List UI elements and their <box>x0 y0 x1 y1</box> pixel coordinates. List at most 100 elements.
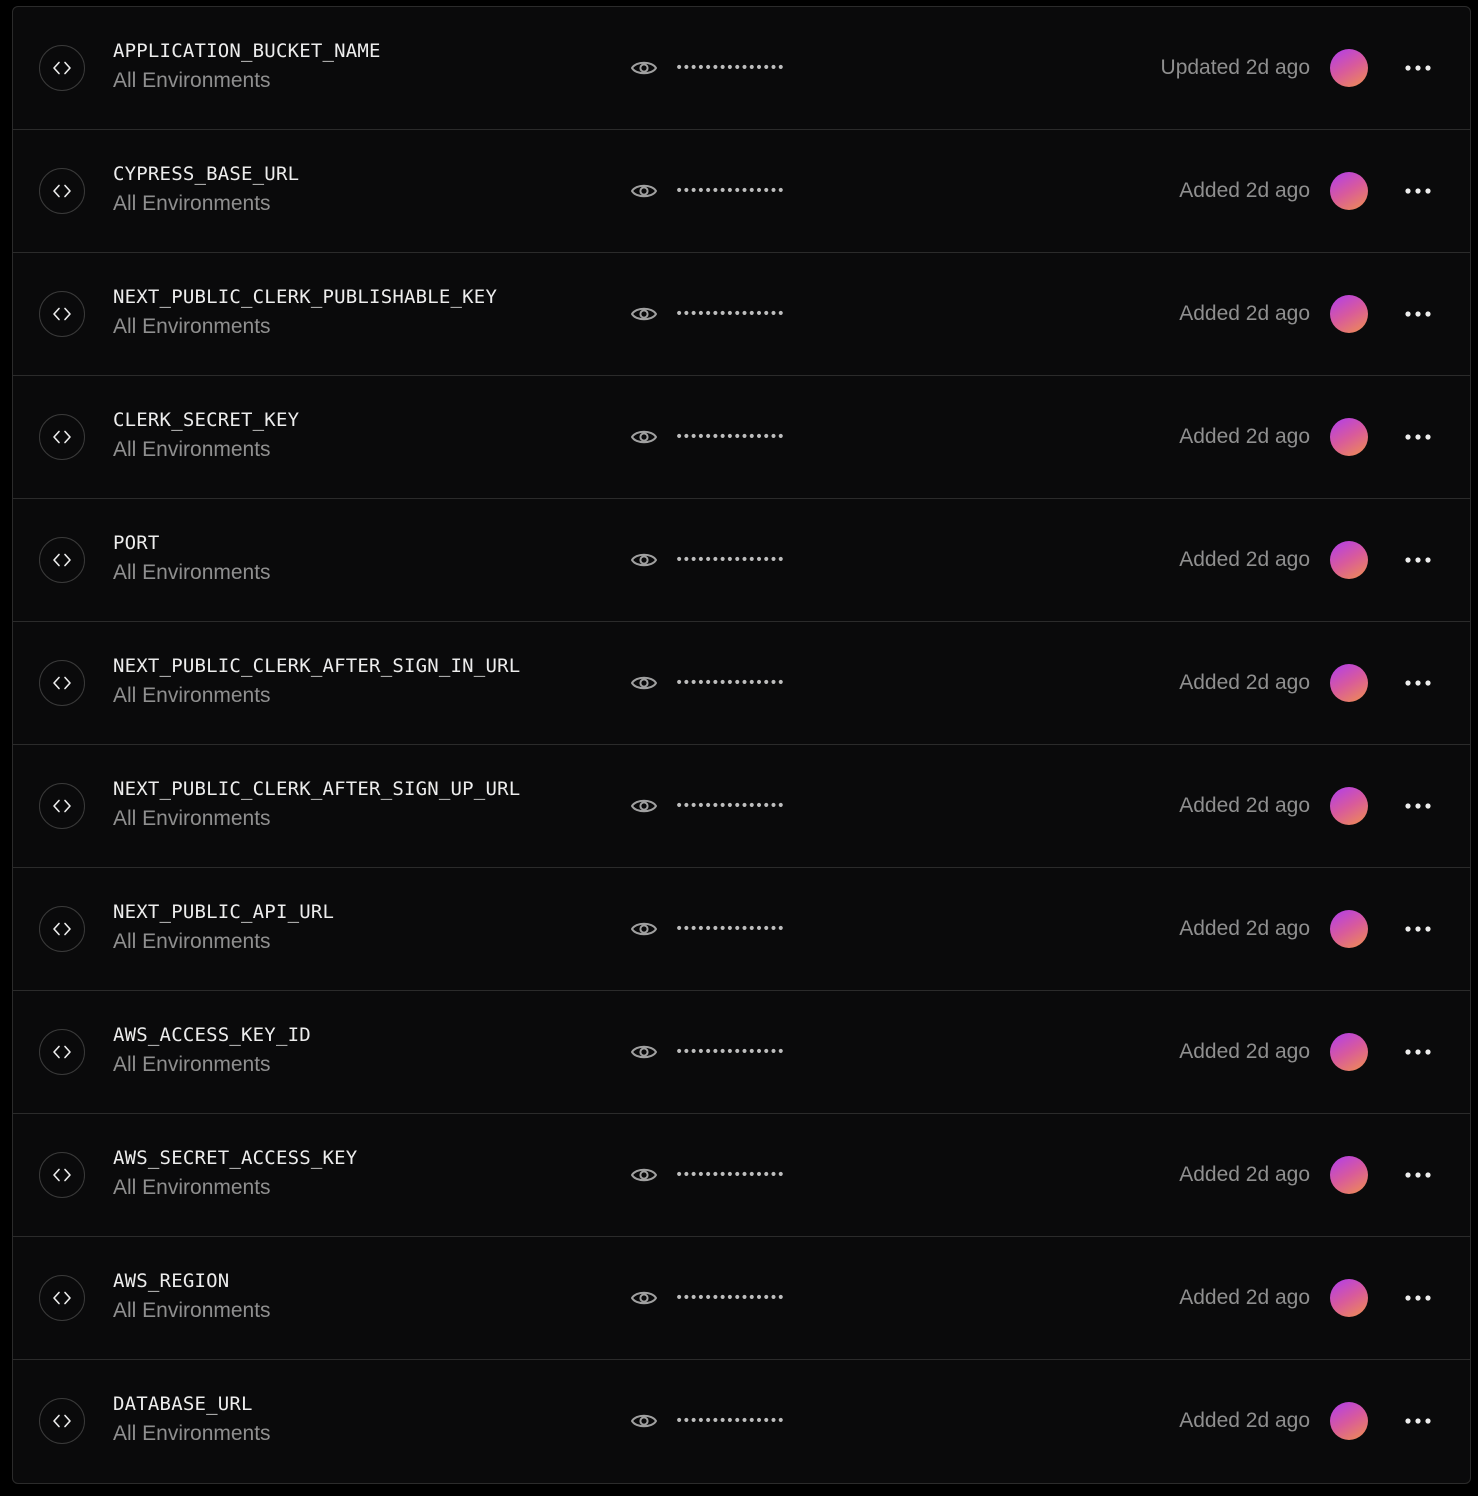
code-brackets-icon <box>39 291 85 337</box>
variable-environment: All Environments <box>113 315 271 338</box>
variable-name: NEXT_PUBLIC_CLERK_PUBLISHABLE_KEY <box>113 286 498 308</box>
user-avatar[interactable] <box>1330 295 1368 333</box>
code-brackets-icon <box>39 1275 85 1321</box>
variable-environment: All Environments <box>113 684 271 707</box>
variable-status: Added 2d ago <box>1179 548 1310 571</box>
user-avatar[interactable] <box>1330 172 1368 210</box>
env-variable-row: NEXT_PUBLIC_API_URL All Environments •••… <box>13 868 1470 991</box>
env-variable-row: NEXT_PUBLIC_CLERK_PUBLISHABLE_KEY All En… <box>13 253 1470 376</box>
env-variable-row: AWS_ACCESS_KEY_ID All Environments •••••… <box>13 991 1470 1114</box>
variable-name: AWS_REGION <box>113 1270 230 1292</box>
eye-icon <box>631 184 657 198</box>
code-brackets-icon <box>39 1398 85 1444</box>
user-avatar[interactable] <box>1330 664 1368 702</box>
env-variables-list: APPLICATION_BUCKET_NAME All Environments… <box>12 6 1471 1484</box>
code-brackets-icon <box>39 906 85 952</box>
eye-icon <box>631 1291 657 1305</box>
reveal-value-button[interactable] <box>629 670 659 696</box>
user-avatar[interactable] <box>1330 787 1368 825</box>
variable-status: Added 2d ago <box>1179 917 1310 940</box>
more-options-button[interactable] <box>1401 1283 1435 1313</box>
eye-icon <box>631 922 657 936</box>
code-brackets-icon <box>39 1029 85 1075</box>
more-options-button[interactable] <box>1401 299 1435 329</box>
variable-status: Added 2d ago <box>1179 1409 1310 1432</box>
more-options-button[interactable] <box>1401 914 1435 944</box>
variable-name: PORT <box>113 532 160 554</box>
more-horizontal-icon <box>1405 1418 1431 1424</box>
masked-value: ••••••••••••••• <box>675 552 785 568</box>
reveal-value-button[interactable] <box>629 547 659 573</box>
variable-name: NEXT_PUBLIC_API_URL <box>113 901 335 923</box>
variable-name: CLERK_SECRET_KEY <box>113 409 300 431</box>
user-avatar[interactable] <box>1330 1033 1368 1071</box>
variable-status: Added 2d ago <box>1179 179 1310 202</box>
eye-icon <box>631 1045 657 1059</box>
reveal-value-button[interactable] <box>629 793 659 819</box>
reveal-value-button[interactable] <box>629 55 659 81</box>
more-options-button[interactable] <box>1401 1160 1435 1190</box>
user-avatar[interactable] <box>1330 1402 1368 1440</box>
code-brackets-icon <box>39 414 85 460</box>
eye-icon <box>631 307 657 321</box>
code-brackets-icon <box>39 45 85 91</box>
more-horizontal-icon <box>1405 188 1431 194</box>
variable-name: APPLICATION_BUCKET_NAME <box>113 40 381 62</box>
variable-environment: All Environments <box>113 1299 271 1322</box>
variable-status: Added 2d ago <box>1179 302 1310 325</box>
eye-icon <box>631 1414 657 1428</box>
user-avatar[interactable] <box>1330 1156 1368 1194</box>
more-options-button[interactable] <box>1401 791 1435 821</box>
user-avatar[interactable] <box>1330 541 1368 579</box>
more-options-button[interactable] <box>1401 545 1435 575</box>
more-options-button[interactable] <box>1401 1037 1435 1067</box>
env-variable-row: PORT All Environments ••••••••••••••• Ad… <box>13 499 1470 622</box>
more-horizontal-icon <box>1405 926 1431 932</box>
eye-icon <box>631 430 657 444</box>
variable-name: CYPRESS_BASE_URL <box>113 163 300 185</box>
variable-status: Added 2d ago <box>1179 1163 1310 1186</box>
masked-value: ••••••••••••••• <box>675 1413 785 1429</box>
variable-environment: All Environments <box>113 69 271 92</box>
masked-value: ••••••••••••••• <box>675 1044 785 1060</box>
more-options-button[interactable] <box>1401 53 1435 83</box>
variable-status: Added 2d ago <box>1179 794 1310 817</box>
more-horizontal-icon <box>1405 680 1431 686</box>
user-avatar[interactable] <box>1330 910 1368 948</box>
user-avatar[interactable] <box>1330 49 1368 87</box>
more-horizontal-icon <box>1405 557 1431 563</box>
masked-value: ••••••••••••••• <box>675 798 785 814</box>
reveal-value-button[interactable] <box>629 916 659 942</box>
user-avatar[interactable] <box>1330 418 1368 456</box>
reveal-value-button[interactable] <box>629 1039 659 1065</box>
variable-name: NEXT_PUBLIC_CLERK_AFTER_SIGN_UP_URL <box>113 778 521 800</box>
reveal-value-button[interactable] <box>629 301 659 327</box>
more-options-button[interactable] <box>1401 176 1435 206</box>
reveal-value-button[interactable] <box>629 1162 659 1188</box>
variable-name: AWS_ACCESS_KEY_ID <box>113 1024 311 1046</box>
reveal-value-button[interactable] <box>629 1408 659 1434</box>
variable-environment: All Environments <box>113 438 271 461</box>
eye-icon <box>631 799 657 813</box>
variable-environment: All Environments <box>113 1422 271 1445</box>
reveal-value-button[interactable] <box>629 1285 659 1311</box>
variable-status: Added 2d ago <box>1179 671 1310 694</box>
masked-value: ••••••••••••••• <box>675 1290 785 1306</box>
env-variable-row: NEXT_PUBLIC_CLERK_AFTER_SIGN_IN_URL All … <box>13 622 1470 745</box>
user-avatar[interactable] <box>1330 1279 1368 1317</box>
reveal-value-button[interactable] <box>629 424 659 450</box>
variable-environment: All Environments <box>113 192 271 215</box>
more-options-button[interactable] <box>1401 668 1435 698</box>
more-horizontal-icon <box>1405 311 1431 317</box>
variable-environment: All Environments <box>113 807 271 830</box>
env-variable-row: DATABASE_URL All Environments ••••••••••… <box>13 1360 1470 1483</box>
eye-icon <box>631 553 657 567</box>
more-options-button[interactable] <box>1401 1406 1435 1436</box>
masked-value: ••••••••••••••• <box>675 306 785 322</box>
reveal-value-button[interactable] <box>629 178 659 204</box>
more-horizontal-icon <box>1405 803 1431 809</box>
code-brackets-icon <box>39 660 85 706</box>
variable-name: DATABASE_URL <box>113 1393 253 1415</box>
more-options-button[interactable] <box>1401 422 1435 452</box>
variable-status: Added 2d ago <box>1179 1286 1310 1309</box>
